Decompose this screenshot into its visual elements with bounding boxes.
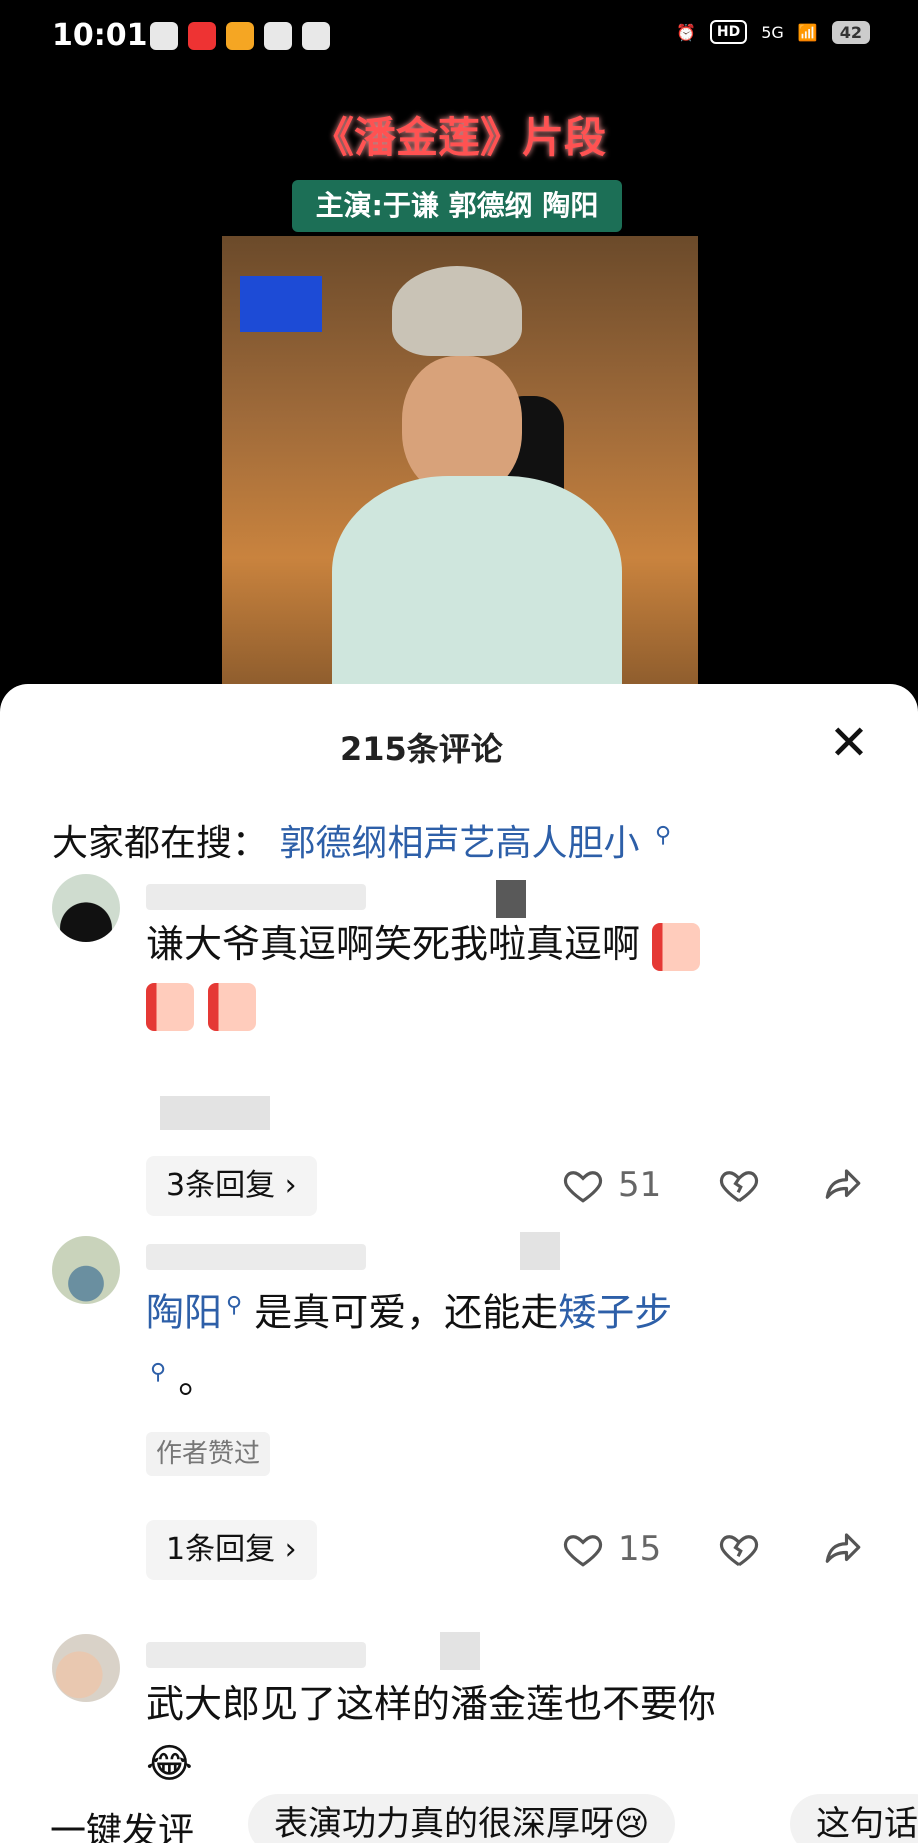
search-icon: ⚲ xyxy=(226,1293,243,1318)
trending-search[interactable]: 大家都在搜： 郭德纲相声艺高人胆小 ⚲ xyxy=(52,814,671,866)
comment-text-mid: 是真可爱，还能走 xyxy=(254,1290,559,1335)
share-icon xyxy=(825,1533,861,1563)
status-time: 10:01 xyxy=(52,18,148,53)
broken-heart-icon xyxy=(719,1535,759,1567)
view-replies-button[interactable]: 3条回复 › xyxy=(146,1156,317,1216)
comment-text-end: 。 xyxy=(178,1357,217,1402)
comments-count-title: 215条评论 xyxy=(340,724,503,770)
username-blurred xyxy=(146,1244,366,1270)
view-replies-button[interactable]: 1条回复 › xyxy=(146,1520,317,1580)
dislike-button[interactable] xyxy=(718,1164,760,1206)
blurred-region xyxy=(160,1096,270,1130)
thumbs-up-emoji xyxy=(208,982,256,1031)
battery-indicator: 42 xyxy=(831,20,870,44)
like-count: 51 xyxy=(618,1165,662,1205)
blurred-region xyxy=(496,880,526,918)
quick-reply-bar: 一键发评 表演功力真的很深厚呀😢 这句话 xyxy=(0,1790,918,1843)
broken-heart-icon xyxy=(719,1171,759,1203)
quick-reply-label: 一键发评 xyxy=(50,1811,195,1843)
comments-count-text: 215条评论 xyxy=(340,730,503,768)
wifi-icon: 📶 xyxy=(797,22,818,42)
quick-reply-chip[interactable]: 表演功力真的很深厚呀😢 xyxy=(248,1794,676,1843)
username-blurred xyxy=(146,1642,366,1668)
app-icon xyxy=(188,22,216,50)
hd-indicator: HD xyxy=(709,20,748,44)
comment-text-line: 武大郎见了这样的潘金莲也不要你 xyxy=(146,1682,717,1726)
vivo-app-icon xyxy=(150,22,178,50)
heart-icon xyxy=(563,1171,603,1203)
comments-sheet: 215条评论 ✕ 大家都在搜： 郭德纲相声艺高人胆小 ⚲ 谦大爷真逗啊笑死我啦真… xyxy=(0,684,918,1843)
like-count: 15 xyxy=(618,1529,662,1569)
video-decoration xyxy=(240,276,322,332)
blurred-region xyxy=(520,1232,560,1270)
avatar[interactable] xyxy=(52,874,120,942)
performer-headdress xyxy=(392,266,522,356)
comment-text: 谦大爷真逗啊笑死我啦真逗啊 xyxy=(146,914,846,1034)
video-cast: 主演:于谦 郭德纲 陶阳 xyxy=(292,180,622,232)
avatar[interactable] xyxy=(52,1236,120,1304)
thumbs-up-emoji xyxy=(146,982,194,1031)
share-button[interactable] xyxy=(822,1164,864,1206)
performer-face xyxy=(402,356,522,496)
toutiao-icon xyxy=(264,22,292,50)
video-player[interactable]: 《潘金莲》片段 主演:于谦 郭德纲 陶阳 xyxy=(0,76,918,696)
alarm-icon: ⏰ xyxy=(675,22,696,42)
mention-link[interactable]: 陶阳 xyxy=(146,1291,222,1335)
search-icon: ⚲ xyxy=(150,1359,167,1385)
close-button[interactable]: ✕ xyxy=(824,718,874,768)
author-liked-badge: 作者赞过 xyxy=(146,1432,271,1476)
status-indicators: ⏰ HD 5G 📶 42 xyxy=(676,20,870,44)
heart-icon xyxy=(563,1535,603,1567)
share-icon xyxy=(825,1169,861,1199)
laughing-emoji: 😂 xyxy=(146,1741,193,1787)
mention-link[interactable]: 矮子步 xyxy=(558,1291,672,1335)
weibo-icon xyxy=(226,22,254,50)
app-icon xyxy=(302,22,330,50)
status-app-icons xyxy=(150,22,330,50)
share-button[interactable] xyxy=(822,1528,864,1570)
like-button[interactable]: 15 xyxy=(562,1528,661,1570)
like-button[interactable]: 51 xyxy=(562,1164,661,1206)
comment-text: 武大郎见了这样的潘金莲也不要你 😂 xyxy=(146,1674,846,1794)
username-blurred xyxy=(146,884,366,910)
comment-text-line: 谦大爷真逗啊笑死我啦真逗啊 xyxy=(146,922,641,966)
performer-costume xyxy=(332,476,622,696)
quick-reply-chip[interactable]: 这句话 xyxy=(790,1794,918,1843)
trending-label: 大家都在搜： xyxy=(52,823,269,864)
blurred-region xyxy=(440,1632,480,1670)
avatar[interactable] xyxy=(52,1634,120,1702)
thumbs-up-emoji xyxy=(652,922,701,971)
dislike-button[interactable] xyxy=(718,1528,760,1570)
comment-text: 陶阳 ⚲ 是真可爱，还能走矮子步 ⚲ 。 xyxy=(146,1276,846,1409)
trending-query-link[interactable]: 郭德纲相声艺高人胆小 xyxy=(279,823,639,864)
search-icon: ⚲ xyxy=(654,823,672,848)
status-bar: 10:01 ⏰ HD 5G 📶 42 xyxy=(0,0,918,76)
video-title: 《潘金莲》片段 xyxy=(311,113,606,162)
video-frame[interactable] xyxy=(222,236,698,696)
network-indicator: 5G xyxy=(761,22,784,42)
